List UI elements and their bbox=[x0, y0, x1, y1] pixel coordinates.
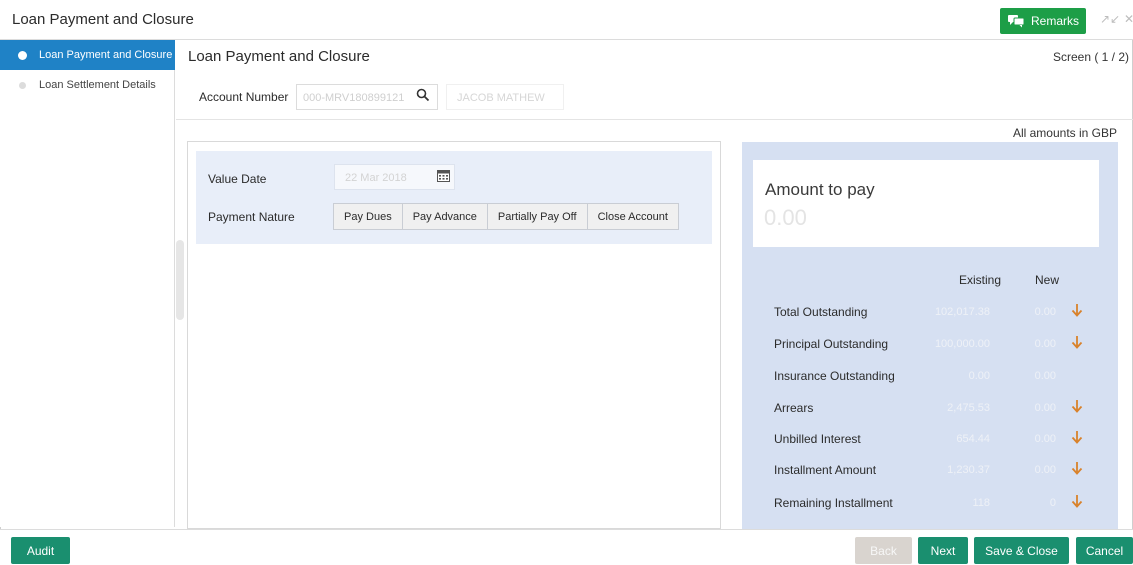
step-inactive-icon bbox=[19, 81, 26, 89]
row-new-value: 0 bbox=[1049, 497, 1056, 509]
value-date-label: Value Date bbox=[208, 172, 267, 186]
arrow-down-icon bbox=[1071, 494, 1083, 511]
search-icon[interactable] bbox=[416, 88, 430, 105]
payment-nature-label: Payment Nature bbox=[208, 210, 295, 224]
partially-pay-off-option[interactable]: Partially Pay Off bbox=[488, 204, 588, 229]
row-existing-value: 1,230.37 bbox=[947, 464, 990, 476]
sidebar-item-label: Loan Settlement Details bbox=[39, 79, 156, 91]
remarks-label: Remarks bbox=[1030, 14, 1079, 28]
row-label-insurance-outstanding: Insurance Outstanding bbox=[774, 369, 895, 383]
row-label-unbilled-interest: Unbilled Interest bbox=[774, 432, 861, 446]
calendar-icon[interactable] bbox=[437, 169, 450, 185]
row-label-principal-outstanding: Principal Outstanding bbox=[774, 337, 889, 351]
footer-bar: Audit Back Next Save & Close Cancel bbox=[0, 529, 1133, 565]
payment-nature-selector: Pay Dues Pay Advance Partially Pay Off C… bbox=[333, 203, 679, 230]
arrow-down-icon bbox=[1071, 303, 1083, 320]
minimize-icon[interactable]: ↗↙ bbox=[1100, 12, 1120, 26]
row-new-value: 0.00 bbox=[1034, 402, 1056, 414]
existing-column-header: Existing bbox=[959, 273, 1002, 287]
row-existing-value: 0.00 bbox=[968, 370, 990, 382]
remarks-button[interactable]: Remarks bbox=[1000, 8, 1086, 34]
close-account-option[interactable]: Close Account bbox=[588, 204, 678, 229]
back-button[interactable]: Back bbox=[855, 537, 912, 564]
amount-to-pay-card bbox=[753, 160, 1099, 247]
row-existing-value: 100,000.00 bbox=[934, 338, 990, 350]
save-close-button[interactable]: Save & Close bbox=[974, 537, 1069, 564]
title-bar: Loan Payment and Closure Remarks ↗↙ ✕ bbox=[0, 0, 1133, 40]
arrow-down-icon bbox=[1071, 430, 1083, 447]
row-existing-value: 102,017.38 bbox=[934, 306, 990, 318]
row-new-value: 0.00 bbox=[1034, 433, 1056, 445]
new-column-header: New bbox=[1035, 273, 1060, 287]
next-button[interactable]: Next bbox=[918, 537, 968, 564]
account-number-label: Account Number bbox=[199, 90, 289, 104]
account-name-field: JACOB MATHEW bbox=[446, 84, 564, 110]
sidebar-item-loan-settlement-details[interactable]: Loan Settlement Details bbox=[0, 70, 175, 100]
row-existing-value: 118 bbox=[972, 497, 990, 509]
audit-button[interactable]: Audit bbox=[11, 537, 70, 564]
row-new-value: 0.00 bbox=[1034, 306, 1056, 318]
account-row: Account Number 000-MRV180899121 JACOB MA… bbox=[176, 76, 1133, 120]
pay-advance-option[interactable]: Pay Advance bbox=[403, 204, 488, 229]
screen-indicator: Screen ( 1 / 2) bbox=[1052, 50, 1129, 64]
sidebar-item-loan-payment-and-closure[interactable]: Loan Payment and Closure bbox=[0, 40, 175, 70]
arrow-down-icon bbox=[1071, 399, 1083, 416]
window-title: Loan Payment and Closure bbox=[12, 11, 194, 28]
row-new-value: 0.00 bbox=[1034, 370, 1056, 382]
arrow-down-icon bbox=[1071, 461, 1083, 478]
row-existing-value: 654.44 bbox=[956, 433, 990, 445]
row-new-value: 0.00 bbox=[1034, 464, 1056, 476]
page-title: Loan Payment and Closure bbox=[188, 48, 370, 65]
currency-note: All amounts in GBP bbox=[1012, 126, 1117, 140]
sidebar-item-label: Loan Payment and Closure bbox=[39, 49, 173, 61]
row-new-value: 0.00 bbox=[1034, 338, 1056, 350]
row-existing-value: 2,475.53 bbox=[947, 402, 990, 414]
step-active-icon bbox=[18, 50, 27, 60]
arrow-down-icon bbox=[1071, 335, 1083, 352]
sidebar: Loan Payment and Closure Loan Settlement… bbox=[0, 40, 175, 527]
row-label-installment-amount: Installment Amount bbox=[774, 463, 877, 477]
cancel-button[interactable]: Cancel bbox=[1076, 537, 1133, 564]
row-label-total-outstanding: Total Outstanding bbox=[774, 305, 868, 319]
scroll-handle[interactable] bbox=[176, 240, 184, 320]
row-label-remaining-installment: Remaining Installment bbox=[774, 496, 893, 510]
row-label-arrears: Arrears bbox=[774, 401, 814, 415]
pay-dues-option[interactable]: Pay Dues bbox=[334, 204, 403, 229]
close-icon[interactable]: ✕ bbox=[1124, 12, 1133, 26]
amount-to-pay-label: Amount to pay bbox=[765, 180, 875, 199]
amount-to-pay-value: 0.00 bbox=[764, 205, 807, 230]
chat-icon bbox=[1007, 14, 1025, 28]
